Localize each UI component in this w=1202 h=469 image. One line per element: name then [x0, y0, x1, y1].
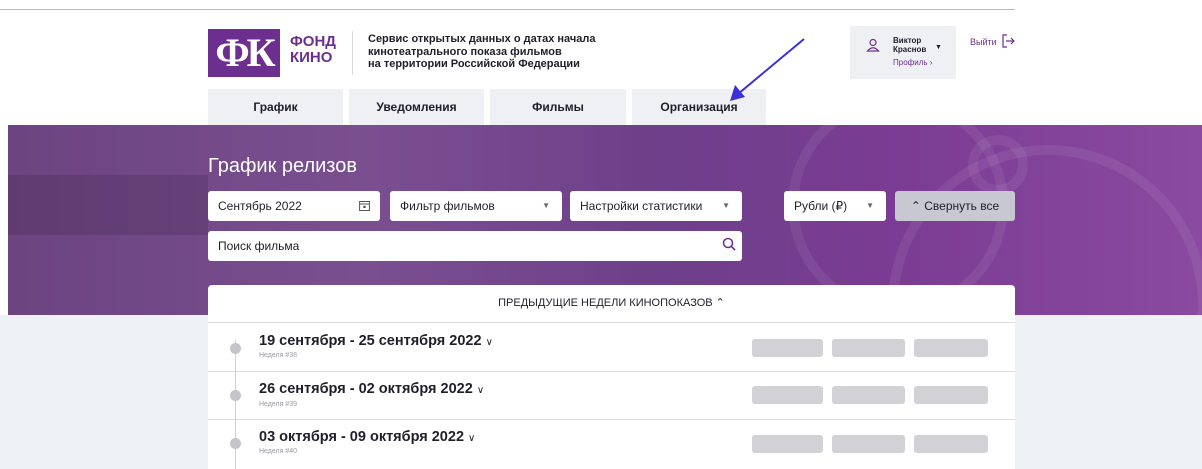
calendar-icon	[359, 201, 370, 211]
chevron-down-icon: ∨	[468, 433, 476, 444]
film-strip-decoration	[8, 175, 208, 235]
profile-link[interactable]: Профиль ›	[893, 58, 932, 67]
tab-notifications[interactable]: Уведомления	[349, 89, 484, 125]
film-search-input[interactable]: Поиск фильма	[208, 231, 742, 261]
annotation-arrow	[730, 38, 805, 101]
page-title: График релизов	[208, 155, 358, 177]
logo-line-2: КИНО	[290, 49, 333, 66]
currency-dropdown[interactable]: Рубли (₽) ▼	[784, 191, 886, 221]
search-icon[interactable]	[722, 237, 736, 251]
week-range: 19 сентября - 25 сентября 2022	[259, 333, 482, 349]
divider	[208, 371, 1015, 372]
week-number: Неделя #39	[259, 401, 298, 408]
chevron-down-icon: ▼	[866, 201, 874, 210]
service-line-1: Сервис открытых данных о датах начала	[368, 33, 596, 45]
logo-text: ФОНД КИНО	[290, 34, 336, 66]
service-line-2: кинотеатрального показа фильмов	[368, 45, 562, 58]
loading-placeholder	[832, 339, 905, 357]
stats-settings-label: Настройки статистики	[580, 199, 703, 213]
film-filter-label: Фильтр фильмов	[400, 199, 495, 213]
film-reel-decoration	[968, 135, 1028, 195]
service-line-3: на территории Российской Федерации	[368, 58, 580, 70]
timeline-dot	[230, 390, 241, 401]
loading-placeholder	[914, 386, 988, 404]
chevron-down-icon: ▼	[542, 201, 550, 210]
chevron-down-icon: ∨	[485, 337, 493, 348]
week-range-toggle[interactable]: 26 сентября - 02 октября 2022 ∨	[259, 381, 484, 397]
week-number: Неделя #40	[259, 448, 298, 455]
chevron-down-icon: ▼	[722, 201, 730, 210]
week-range: 03 октября - 09 октября 2022	[259, 429, 465, 445]
timeline-line	[235, 340, 236, 469]
user-name[interactable]: Виктор Краснов	[893, 36, 926, 54]
film-filter-dropdown[interactable]: Фильтр фильмов ▼	[390, 191, 562, 221]
logo-mark[interactable]: ФК	[208, 29, 280, 77]
date-picker-value: Сентябрь 2022	[218, 199, 302, 213]
logout-link[interactable]: Выйти	[970, 37, 997, 47]
stats-settings-dropdown[interactable]: Настройки статистики ▼	[570, 191, 742, 221]
user-last-name: Краснов	[893, 45, 927, 54]
date-picker[interactable]: Сентябрь 2022	[208, 191, 380, 221]
loading-placeholder	[752, 339, 823, 357]
user-first-name: Виктор	[893, 36, 922, 45]
user-dropdown-caret-icon[interactable]: ▼	[935, 44, 942, 51]
previous-weeks-toggle[interactable]: ПРЕДЫДУЩИЕ НЕДЕЛИ КИНОПОКАЗОВ ⌃	[208, 296, 1015, 309]
divider	[208, 419, 1015, 420]
tab-films[interactable]: Фильмы	[490, 89, 626, 125]
service-description: Сервис открытых данных о датах начала ки…	[368, 33, 628, 71]
currency-label: Рубли (₽)	[794, 199, 848, 213]
loading-placeholder	[752, 435, 823, 453]
loading-placeholder	[832, 435, 905, 453]
timeline-dot	[230, 343, 241, 354]
logout-icon[interactable]	[1001, 34, 1015, 48]
chevron-down-icon: ∨	[476, 385, 485, 396]
divider	[208, 322, 1015, 323]
week-range: 26 сентября - 02 октября 2022	[259, 381, 473, 397]
loading-placeholder	[914, 339, 988, 357]
collapse-all-button[interactable]: ⌃ Свернуть все	[895, 191, 1015, 221]
week-range-toggle[interactable]: 03 октября - 09 октября 2022 ∨	[259, 429, 475, 445]
top-divider	[0, 9, 1015, 10]
timeline-dot	[230, 438, 241, 449]
logo-separator	[352, 31, 353, 75]
loading-placeholder	[832, 386, 905, 404]
tab-schedule[interactable]: График	[208, 89, 343, 125]
loading-placeholder	[752, 386, 823, 404]
user-icon	[866, 38, 880, 52]
loading-placeholder	[914, 435, 988, 453]
week-range-toggle[interactable]: 19 сентября - 25 сентября 2022 ∨	[259, 333, 493, 349]
logo-line-1: ФОНД	[290, 33, 336, 50]
week-number: Неделя #38	[259, 352, 298, 359]
